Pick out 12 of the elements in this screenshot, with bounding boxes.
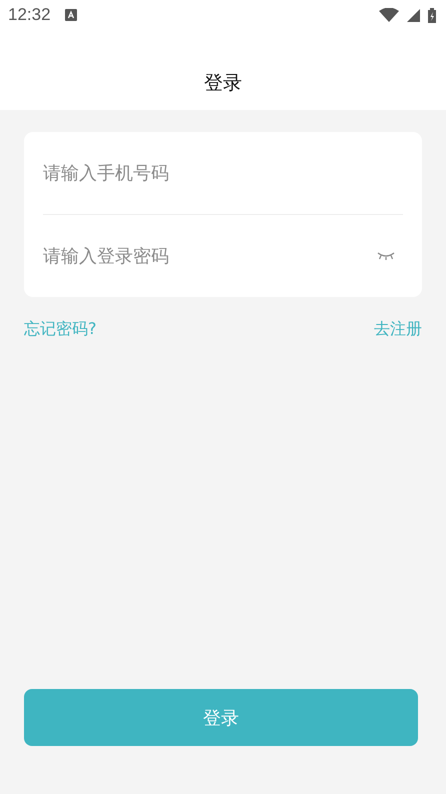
text-link[interactable]: 忘记密码? xyxy=(24,319,96,340)
signal-icon xyxy=(407,8,420,22)
status-time: 12:32 xyxy=(8,5,51,25)
text-link[interactable]: 去注册 xyxy=(374,319,422,340)
login-button[interactable]: 登录 xyxy=(24,689,418,746)
phone-field[interactable]: 请输入手机号码 xyxy=(43,162,403,184)
battery-icon xyxy=(428,8,436,22)
closed-eye-icon[interactable] xyxy=(377,252,395,260)
keyboard-notification-icon xyxy=(64,9,77,21)
wifi-icon xyxy=(379,8,399,22)
page-title: 登录 xyxy=(204,71,242,96)
password-field[interactable]: 请输入登录密码 xyxy=(43,246,367,266)
